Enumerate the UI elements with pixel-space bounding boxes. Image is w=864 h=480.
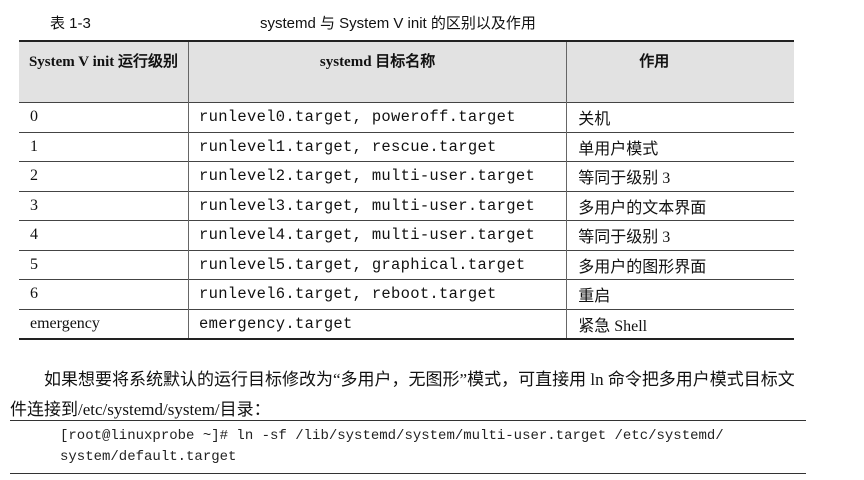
cell-purpose: 多用户的文本界面 [566, 190, 794, 221]
cell-purpose: 紧急 Shell [566, 308, 794, 340]
cell-runlevel: 0 [19, 102, 189, 132]
cell-runlevel: 6 [19, 279, 189, 309]
body-paragraph: 如果想要将系统默认的运行目标修改为“多用户，无图形”模式，可直接用 ln 命令把… [10, 370, 795, 419]
code-block: [root@linuxprobe ~]# ln -sf /lib/systemd… [10, 420, 806, 474]
cell-target: runlevel2.target, multi-user.target [187, 161, 567, 191]
cell-target: runlevel1.target, rescue.target [187, 131, 567, 162]
cell-target: runlevel0.target, poweroff.target [187, 102, 567, 132]
table-caption: 表 1-3 systemd 与 System V init 的区别以及作用 [0, 12, 864, 34]
cell-purpose: 单用户模式 [566, 131, 794, 162]
header-purpose: 作用 [566, 41, 794, 103]
table-header-row: System V init 运行级别 systemd 目标名称 作用 [19, 41, 794, 103]
table-row: 3 runlevel3.target, multi-user.target 多用… [19, 190, 794, 221]
cell-target: runlevel4.target, multi-user.target [187, 220, 567, 250]
runlevel-comparison-table: System V init 运行级别 systemd 目标名称 作用 0 run… [19, 40, 794, 340]
table-row: emergency emergency.target 紧急 Shell [19, 308, 794, 340]
code-text: [root@linuxprobe ~]# ln -sf /lib/systemd… [60, 426, 724, 468]
table-row: 1 runlevel1.target, rescue.target 单用户模式 [19, 131, 794, 162]
cell-purpose: 关机 [566, 102, 794, 132]
code-line: [root@linuxprobe ~]# ln -sf /lib/systemd… [60, 428, 724, 444]
table-row: 6 runlevel6.target, reboot.target 重启 [19, 279, 794, 309]
table-row: 5 runlevel5.target, graphical.target 多用户… [19, 249, 794, 280]
cell-purpose: 等同于级别 3 [566, 220, 794, 250]
cell-runlevel: 1 [19, 131, 189, 162]
cell-runlevel: emergency [19, 308, 189, 340]
cell-purpose: 等同于级别 3 [566, 161, 794, 191]
table-row: 0 runlevel0.target, poweroff.target 关机 [19, 102, 794, 132]
cell-purpose: 重启 [566, 279, 794, 309]
cell-runlevel: 5 [19, 249, 189, 280]
cell-target: runlevel6.target, reboot.target [187, 279, 567, 309]
code-line: system/default.target [60, 449, 237, 465]
table-title: systemd 与 System V init 的区别以及作用 [260, 15, 536, 32]
cell-purpose: 多用户的图形界面 [566, 249, 794, 280]
cell-runlevel: 4 [19, 220, 189, 250]
cell-runlevel: 2 [19, 161, 189, 191]
header-sysv-runlevel: System V init 运行级别 [19, 41, 189, 103]
table-row: 4 runlevel4.target, multi-user.target 等同… [19, 220, 794, 250]
cell-runlevel: 3 [19, 190, 189, 221]
cell-target: emergency.target [187, 308, 567, 340]
cell-target: runlevel3.target, multi-user.target [187, 190, 567, 221]
table-number: 表 1-3 [50, 15, 91, 32]
cell-target: runlevel5.target, graphical.target [187, 249, 567, 280]
table-row: 2 runlevel2.target, multi-user.target 等同… [19, 161, 794, 191]
header-systemd-target: systemd 目标名称 [187, 41, 567, 103]
